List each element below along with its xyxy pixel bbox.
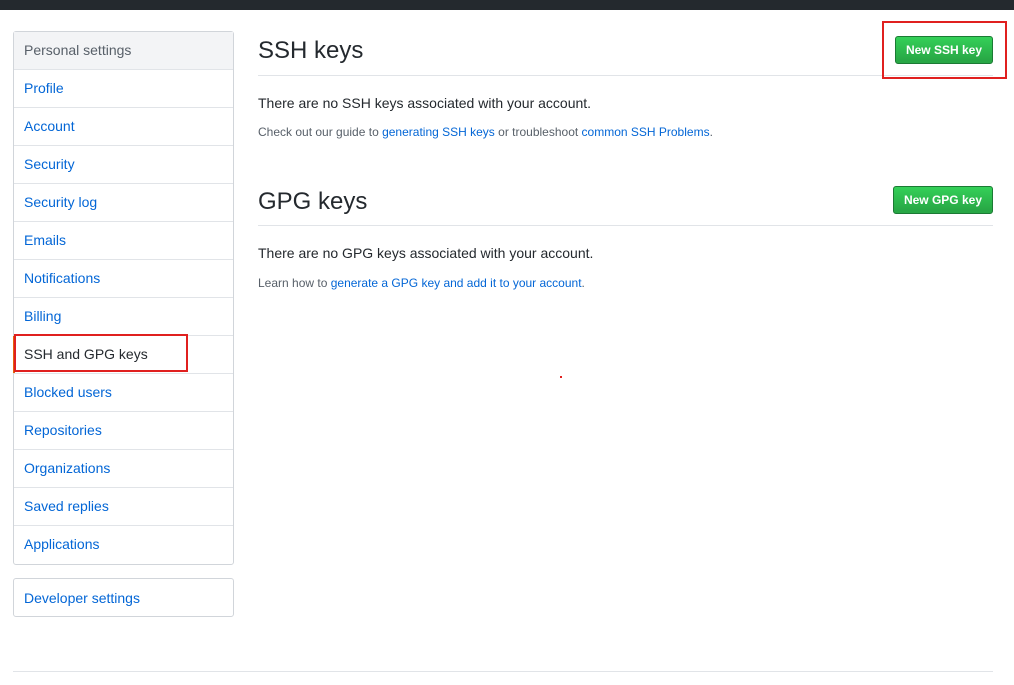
new-gpg-key-button[interactable]: New GPG key — [892, 186, 993, 214]
sidebar-item-saved-replies[interactable]: Saved replies — [14, 488, 233, 526]
sidebar-item-applications[interactable]: Applications — [14, 526, 233, 564]
new-ssh-key-button[interactable]: New SSH key — [894, 36, 993, 64]
sidebar-item-security[interactable]: Security — [14, 146, 233, 184]
sidebar-item-emails[interactable]: Emails — [14, 222, 233, 260]
annotation-dot — [560, 376, 562, 378]
gpg-keys-help-note: Learn how to generate a GPG key and add … — [258, 276, 585, 290]
sidebar-item-blocked-users[interactable]: Blocked users — [14, 374, 233, 412]
sidebar-item-organizations[interactable]: Organizations — [14, 450, 233, 488]
ssh-note-middle: or troubleshoot — [494, 125, 582, 139]
sidebar-item-repositories[interactable]: Repositories — [14, 412, 233, 450]
common-ssh-problems-link[interactable]: common SSH Problems — [582, 125, 710, 139]
generate-gpg-key-link[interactable]: generate a GPG key and add it to your ac… — [331, 276, 582, 290]
sidebar-heading: Personal settings — [14, 32, 233, 70]
sidebar-item-developer-settings[interactable]: Developer settings — [13, 578, 234, 617]
generating-ssh-keys-link[interactable]: generating SSH keys — [382, 125, 495, 139]
sidebar-item-billing[interactable]: Billing — [14, 298, 233, 336]
ssh-keys-header: SSH keys New SSH key — [258, 31, 993, 76]
gpg-keys-title: GPG keys — [258, 188, 368, 215]
ssh-note-prefix: Check out our guide to — [258, 125, 383, 139]
ssh-note-suffix: . — [709, 125, 713, 139]
gpg-keys-blank-message: There are no GPG keys associated with yo… — [258, 245, 594, 261]
gpg-keys-header: GPG keys New GPG key — [258, 182, 993, 226]
sidebar-item-account[interactable]: Account — [14, 108, 233, 146]
sidebar-item-security-log[interactable]: Security log — [14, 184, 233, 222]
top-header-bar — [0, 0, 1014, 10]
gpg-note-prefix: Learn how to — [258, 276, 331, 290]
ssh-keys-help-note: Check out our guide to generating SSH ke… — [258, 125, 713, 139]
settings-sidebar: Personal settings Profile Account Securi… — [13, 31, 234, 565]
sidebar-item-ssh-gpg-keys[interactable]: SSH and GPG keys — [13, 336, 233, 374]
gpg-note-suffix: . — [581, 276, 585, 290]
sidebar-item-profile[interactable]: Profile — [14, 70, 233, 108]
ssh-keys-blank-message: There are no SSH keys associated with yo… — [258, 95, 592, 111]
sidebar-item-notifications[interactable]: Notifications — [14, 260, 233, 298]
footer-divider — [13, 671, 993, 672]
ssh-keys-title: SSH keys — [258, 37, 364, 64]
